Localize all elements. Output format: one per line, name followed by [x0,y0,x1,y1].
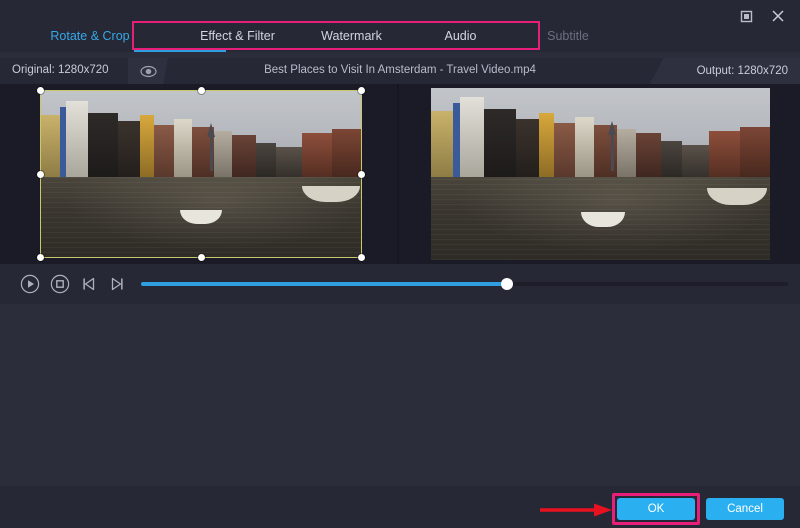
playback-progress-fill [141,282,508,286]
tab-effect-filter[interactable]: Effect & Filter [180,20,295,52]
tab-rotate-crop[interactable]: Rotate & Crop [0,20,180,52]
output-resolution-label: Output: 1280x720 [650,58,800,84]
controls-panel: Rotation: [0,304,800,486]
output-resolution-text: Output: 1280x720 [697,65,788,77]
source-preview-pane[interactable] [0,84,397,264]
tab-label: Subtitle [547,29,589,43]
red-arrow-annotation [540,503,612,517]
output-preview-pane[interactable] [399,84,800,264]
crop-handle-bottom-left[interactable] [37,254,44,261]
tab-subtitle[interactable]: Subtitle [513,20,623,52]
tab-label: Effect & Filter [200,29,275,43]
eye-icon [140,65,157,78]
tab-label: Audio [445,29,477,43]
previous-frame-icon [80,275,98,293]
preview-toggle-button[interactable] [128,58,168,84]
tab-watermark[interactable]: Watermark [295,20,408,52]
crop-handle-top-left[interactable] [37,87,44,94]
next-frame-button[interactable] [107,274,127,294]
cancel-button[interactable]: Cancel [706,498,784,520]
cancel-label: Cancel [727,503,763,515]
tab-audio[interactable]: Audio [408,20,513,52]
playback-scrubber-handle[interactable] [501,278,513,290]
output-video-frame [431,88,770,260]
letterbox-bar-right [770,84,800,264]
play-button[interactable] [20,274,40,294]
crop-handle-bottom-center[interactable] [198,254,205,261]
ok-label: OK [648,503,665,515]
stop-button[interactable] [50,274,70,294]
preview-area [0,84,800,264]
crop-handle-middle-left[interactable] [37,171,44,178]
ok-button[interactable]: OK [617,498,695,520]
next-frame-icon [108,275,126,293]
prev-frame-button[interactable] [79,274,99,294]
crop-handle-middle-right[interactable] [358,171,365,178]
crop-handle-top-right[interactable] [358,87,365,94]
crop-handle-bottom-right[interactable] [358,254,365,261]
tab-label: Rotate & Crop [50,29,129,43]
crop-handle-top-center[interactable] [198,87,205,94]
playback-progress-bar[interactable] [141,282,788,286]
crop-selection-frame[interactable] [40,90,362,258]
tab-bar: Rotate & Crop Effect & Filter Watermark … [0,20,800,52]
play-icon [20,274,40,294]
tab-label: Watermark [321,29,382,43]
active-tab-underline [134,50,226,52]
letterbox-bar-left [399,84,431,264]
stop-icon [50,274,70,294]
